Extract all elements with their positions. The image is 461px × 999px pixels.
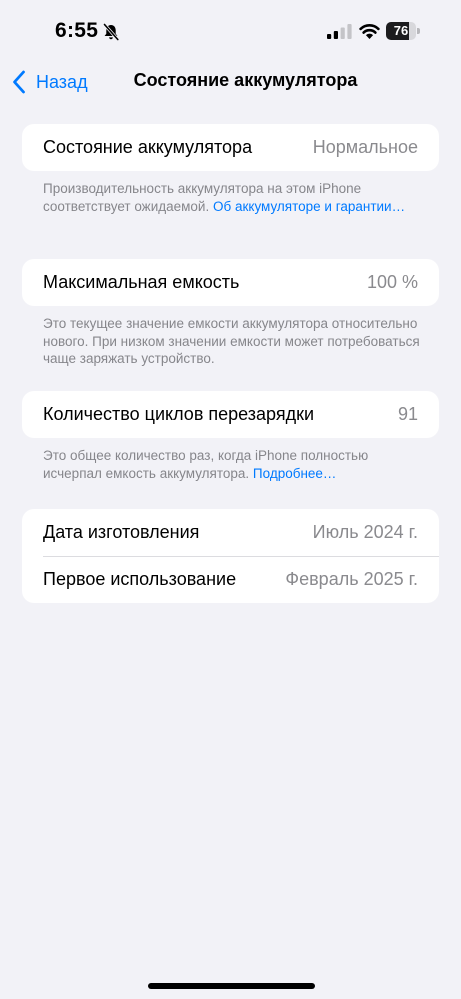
- home-indicator: [148, 983, 315, 989]
- max-capacity-row: Максимальная емкость 100 %: [22, 259, 439, 306]
- page-title: Состояние аккумулятора: [133, 70, 358, 90]
- status-bar: 6:55 76: [0, 0, 461, 64]
- battery-warranty-link[interactable]: Об аккумуляторе и гарантии…: [213, 199, 405, 214]
- wifi-icon: [359, 24, 380, 39]
- battery-health-footnote: Производительность аккумулятора на этом …: [43, 180, 423, 215]
- status-time: 6:55: [55, 19, 99, 42]
- first-use-value: Февраль 2025 г.: [285, 569, 418, 589]
- bell-slash-icon: [103, 23, 119, 41]
- cycle-count-label: Количество циклов перезарядки: [43, 404, 315, 424]
- manufacture-date-value: Июль 2024 г.: [312, 522, 418, 542]
- cycle-count-footnote: Это общее количество раз, когда iPhone п…: [43, 447, 423, 482]
- max-capacity-footnote: Это текущее значение емкости аккумулятор…: [43, 316, 420, 366]
- battery-health-label: Состояние аккумулятора: [43, 137, 253, 157]
- battery-health-screen: 6:55 76 Назад Состояние аккумулятора Сос…: [0, 0, 461, 999]
- battery-health-card: Состояние аккумулятора Нормальное: [22, 124, 439, 171]
- cellular-signal-icon: [327, 24, 352, 39]
- max-capacity-card: Максимальная емкость 100 %: [22, 259, 439, 306]
- manufacture-date-label: Дата изготовления: [43, 522, 200, 542]
- navigation-bar: Назад Состояние аккумулятора: [0, 64, 461, 100]
- cycle-count-card: Количество циклов перезарядки 91: [22, 391, 439, 438]
- battery-health-row: Состояние аккумулятора Нормальное: [22, 124, 439, 171]
- dates-card: Дата изготовления Июль 2024 г. Первое ис…: [22, 509, 439, 603]
- battery-level: 76: [393, 23, 409, 38]
- max-capacity-value: 100 %: [366, 272, 418, 292]
- manufacture-date-row: Дата изготовления Июль 2024 г.: [22, 509, 439, 556]
- learn-more-link[interactable]: Подробнее…: [253, 466, 337, 481]
- max-capacity-label: Максимальная емкость: [43, 272, 240, 292]
- battery-health-value: Нормальное: [312, 137, 418, 157]
- first-use-row: Первое использование Февраль 2025 г.: [22, 556, 439, 603]
- battery-icon: 76: [386, 22, 420, 40]
- cycle-count-row: Количество циклов перезарядки 91: [22, 391, 439, 438]
- first-use-label: Первое использование: [43, 569, 237, 589]
- cycle-count-value: 91: [397, 404, 418, 424]
